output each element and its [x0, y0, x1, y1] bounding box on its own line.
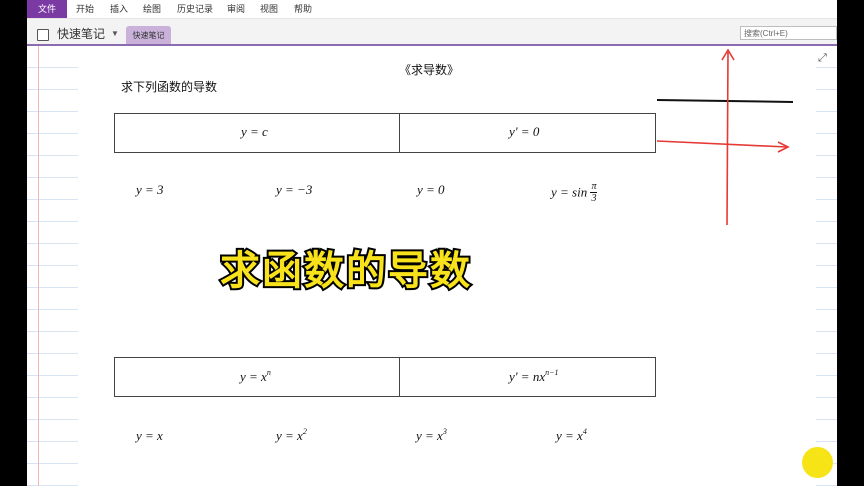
cursor-highlight: [802, 447, 833, 478]
ink-red-vertical-axis: [726, 51, 729, 226]
expand-icon[interactable]: ⤢: [818, 52, 827, 65]
video-caption: 求函数的导数: [218, 246, 472, 296]
ink-black-line: [656, 99, 794, 103]
ink-red-horizontal-axis: [656, 140, 788, 148]
